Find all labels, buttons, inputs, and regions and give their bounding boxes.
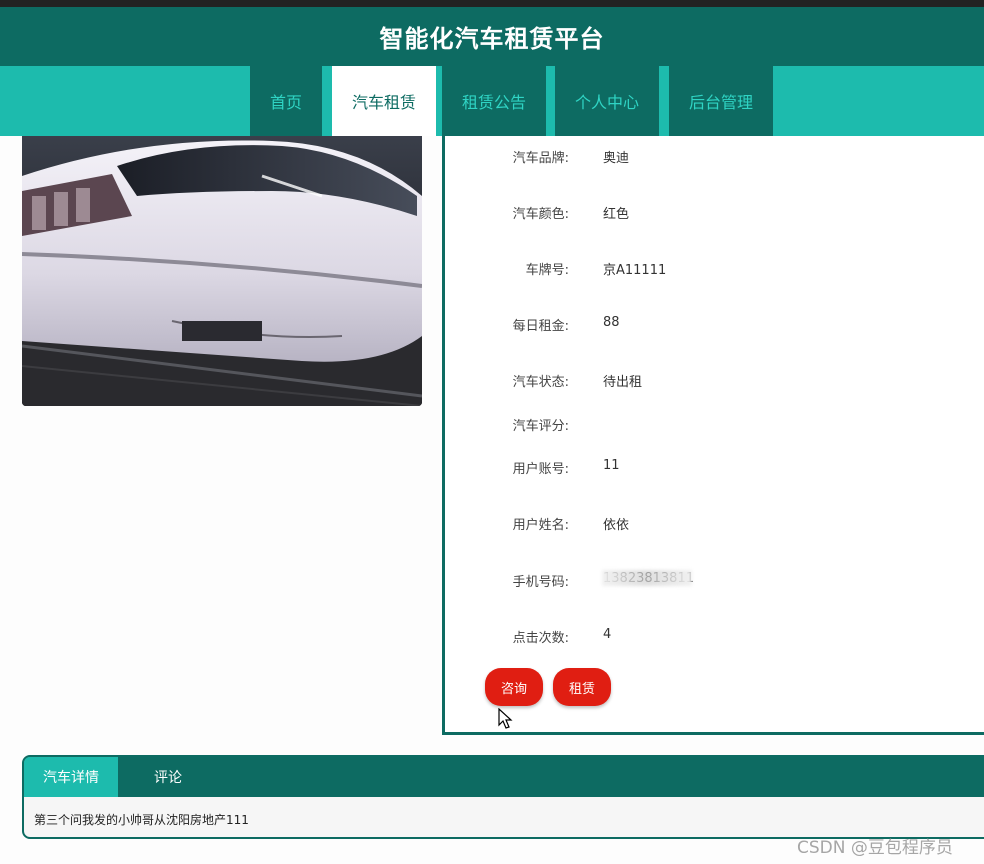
phone-label: 手机号码:	[512, 575, 569, 590]
car-detail-panel: 汽车品牌: 奥迪 汽车颜色: 红色 车牌号: 京A11111 每日租金: 88 …	[442, 136, 984, 735]
site-header: 智能化汽车租赁平台	[0, 7, 984, 66]
nav-admin[interactable]: 后台管理	[669, 66, 773, 136]
nav-home[interactable]: 首页	[250, 66, 322, 136]
watermark: CSDN @豆包程序员	[797, 838, 953, 858]
site-title: 智能化汽车租赁平台	[379, 25, 605, 53]
tab-car-details[interactable]: 汽车详情	[24, 757, 118, 797]
daily-rent-label: 每日租金:	[512, 319, 569, 334]
main-nav: 首页 汽车租赁 租赁公告 个人中心 后台管理	[0, 66, 984, 136]
clicks-label: 点击次数:	[512, 631, 569, 646]
rating-label: 汽车评分:	[512, 419, 569, 434]
tab-comments[interactable]: 评论	[118, 757, 218, 797]
clicks-value: 4	[603, 627, 612, 642]
nav-personal-center[interactable]: 个人中心	[555, 66, 659, 136]
window-top-edge	[0, 0, 984, 7]
color-value: 红色	[603, 207, 630, 222]
username-label: 用户姓名:	[512, 518, 569, 533]
detail-tabs: 汽车详情 评论 第三个问我发的小帅哥从沈阳房地产111	[22, 755, 984, 839]
account-label: 用户账号:	[512, 462, 569, 477]
status-label: 汽车状态:	[512, 375, 569, 390]
rent-button[interactable]: 租赁	[553, 668, 611, 706]
brand-value: 奥迪	[603, 151, 630, 166]
consult-button[interactable]: 咨询	[485, 668, 543, 706]
daily-rent-value: 88	[603, 315, 620, 330]
username-value: 依依	[603, 518, 630, 533]
plate-label: 车牌号:	[525, 263, 569, 278]
color-label: 汽车颜色:	[512, 207, 569, 222]
status-value: 待出租	[603, 375, 643, 390]
plate-value: 京A11111	[603, 263, 667, 278]
tab-content-text: 第三个问我发的小帅哥从沈阳房地产111	[34, 813, 249, 827]
account-value: 11	[603, 458, 620, 473]
nav-car-rental[interactable]: 汽车租赁	[332, 66, 436, 136]
tabs-header: 汽车详情 评论	[24, 757, 984, 797]
phone-redaction	[602, 570, 692, 586]
car-photo	[22, 136, 422, 406]
brand-label: 汽车品牌:	[512, 151, 569, 166]
mouse-pointer-icon	[498, 708, 513, 729]
nav-rental-notice[interactable]: 租赁公告	[442, 66, 546, 136]
